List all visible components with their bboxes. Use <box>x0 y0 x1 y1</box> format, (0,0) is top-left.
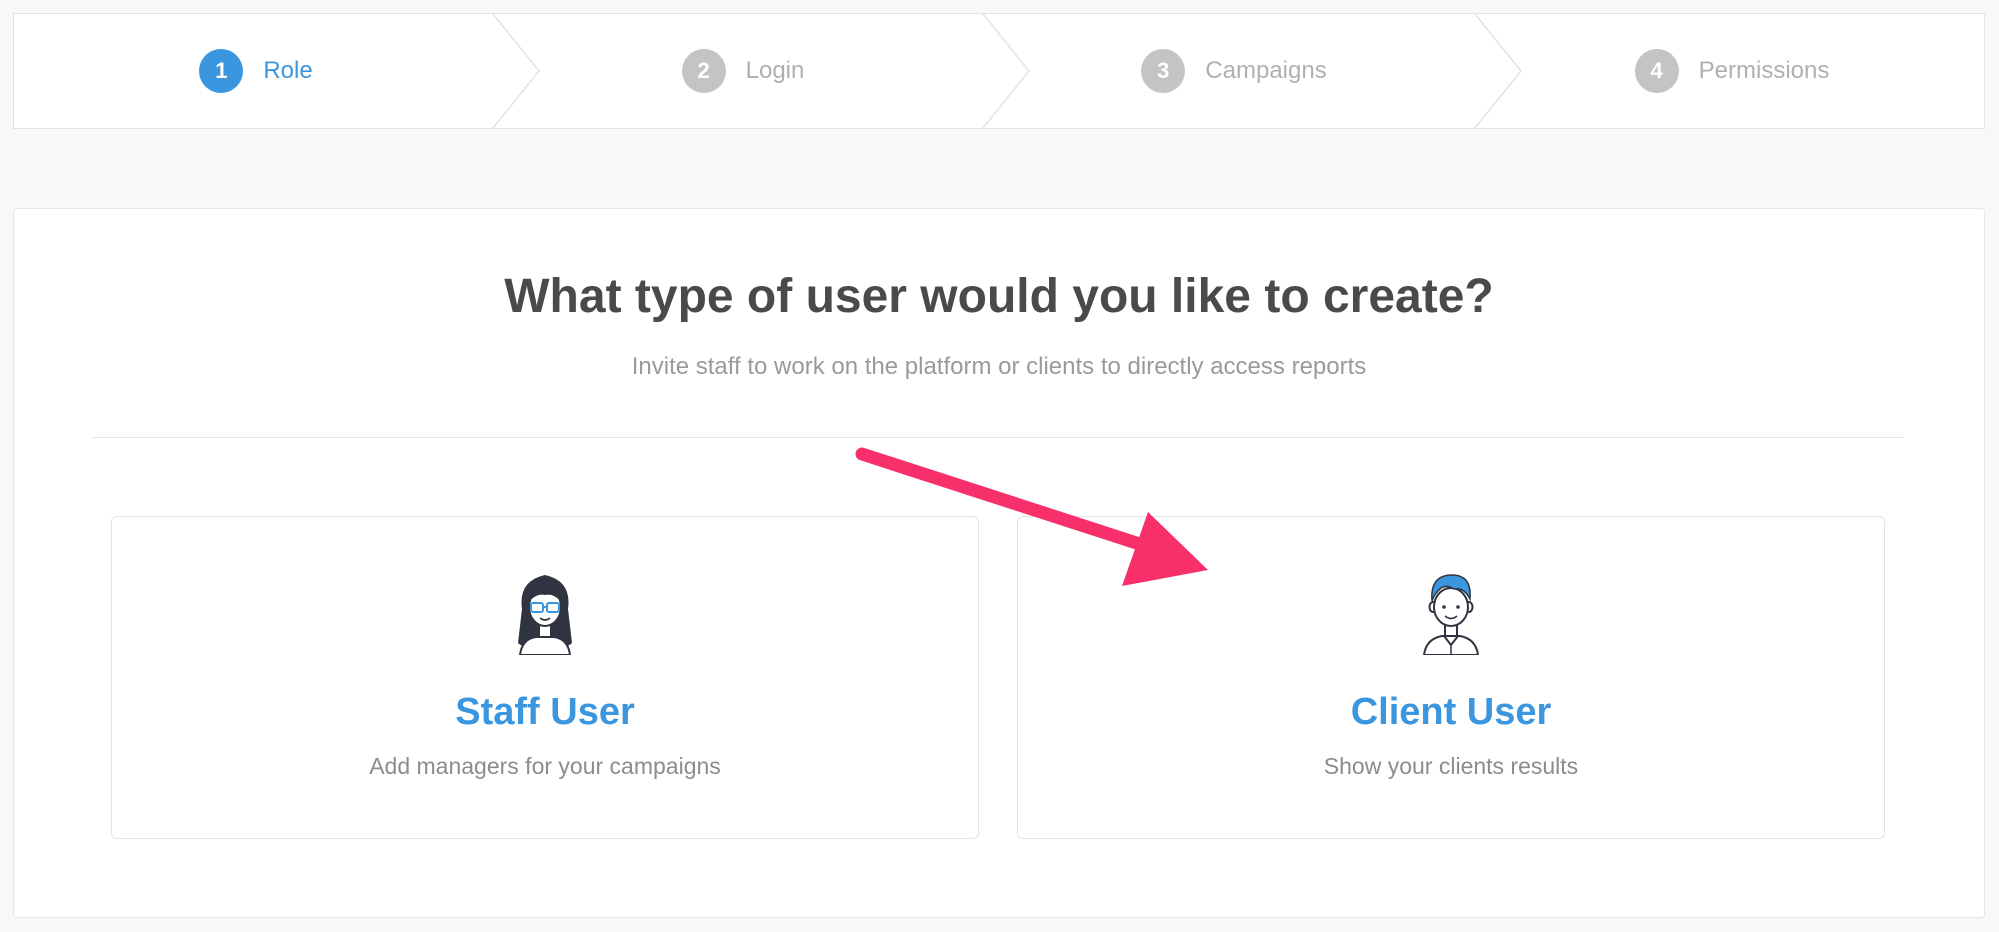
page-subtitle: Invite staff to work on the platform or … <box>631 353 1367 380</box>
step-number: 1 <box>199 49 244 93</box>
card-title: Client User <box>1350 691 1552 733</box>
divider <box>92 437 1904 438</box>
step-permissions[interactable]: 4 Permissions <box>1480 14 1984 128</box>
card-title: Staff User <box>455 691 635 733</box>
female-avatar-icon <box>518 575 572 655</box>
card-description: Add managers for your campaigns <box>369 753 721 779</box>
male-avatar-icon <box>1422 574 1480 655</box>
step-label: Login <box>745 57 805 84</box>
step-label: Campaigns <box>1205 57 1327 84</box>
card-description: Show your clients results <box>1323 753 1579 779</box>
step-login[interactable]: 2 Login <box>498 14 988 128</box>
staff-user-card[interactable]: Staff User Add managers for your campaig… <box>111 516 979 839</box>
client-user-card[interactable]: Client User Show your clients results <box>1017 516 1885 839</box>
step-number: 2 <box>681 49 726 93</box>
step-number: 3 <box>1141 49 1186 93</box>
page-title: What type of user would you like to crea… <box>504 270 1494 323</box>
step-role[interactable]: 1 Role <box>14 14 498 128</box>
user-type-panel: What type of user would you like to crea… <box>13 208 1985 918</box>
step-campaigns[interactable]: 3 Campaigns <box>988 14 1480 128</box>
step-label: Role <box>263 57 313 84</box>
wizard-stepper: 1 Role 2 Login 3 Campaigns 4 Permissions <box>13 13 1985 129</box>
step-label: Permissions <box>1698 57 1830 84</box>
step-number: 4 <box>1634 49 1679 93</box>
